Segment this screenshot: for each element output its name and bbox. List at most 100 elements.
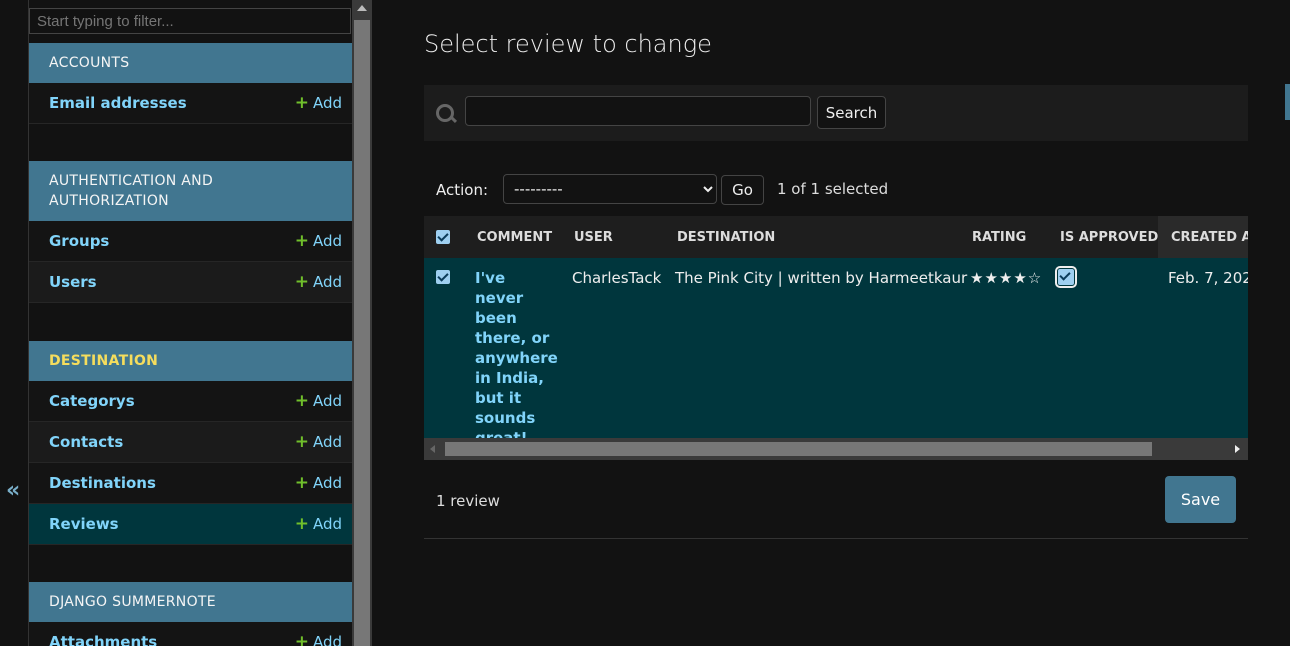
page-scrollbar-thumb[interactable] — [1285, 84, 1290, 120]
add-link[interactable]: + Add — [295, 272, 342, 292]
table-horizontal-scrollbar[interactable] — [424, 438, 1248, 460]
add-label: Add — [312, 392, 342, 410]
scrollbar-thumb[interactable] — [445, 442, 1152, 456]
add-label: Add — [312, 515, 342, 533]
add-link[interactable]: + Add — [295, 632, 342, 646]
sidebar-item-reviews: Reviews + Add — [29, 504, 353, 545]
add-label: Add — [312, 474, 342, 492]
comment-line: been — [475, 309, 517, 327]
scroll-right-arrow-icon[interactable] — [1235, 445, 1240, 453]
sidebar-toggle[interactable]: « — [0, 0, 28, 646]
add-label: Add — [312, 273, 342, 291]
search-button[interactable]: Search — [817, 96, 886, 129]
sidebar-item-destinations: Destinations + Add — [29, 463, 353, 504]
cell-comment-link[interactable]: I've never been there, or anywhere in In… — [475, 268, 558, 438]
cell-rating-stars: ★★★★☆ — [970, 269, 1043, 287]
module-caption[interactable]: AUTHENTICATION AND AUTHORIZATION — [29, 161, 353, 221]
add-label: Add — [312, 433, 342, 451]
page-title: Select review to change — [424, 30, 712, 58]
is-approved-checkbox[interactable] — [1055, 266, 1077, 288]
sidebar-item-label[interactable]: Email addresses — [49, 94, 187, 112]
add-link[interactable]: + Add — [295, 93, 342, 113]
add-link[interactable]: + Add — [295, 391, 342, 411]
action-select[interactable]: --------- — [503, 174, 717, 204]
module-caption-text: AUTHENTICATION AND AUTHORIZATION — [49, 173, 214, 209]
sidebar-item-contacts: Contacts + Add — [29, 422, 353, 463]
sidebar-item-label[interactable]: Users — [49, 273, 97, 291]
plus-icon: + — [294, 231, 309, 251]
plus-icon: + — [294, 473, 309, 493]
paginator: 1 review Save — [424, 460, 1248, 539]
sidebar-filter-input[interactable] — [29, 8, 351, 34]
sidebar-item-label[interactable]: Contacts — [49, 433, 123, 451]
comment-line: in India, — [475, 369, 545, 387]
action-label: Action: — [436, 181, 489, 199]
sidebar-item-label[interactable]: Categorys — [49, 392, 135, 410]
add-label: Add — [312, 232, 342, 250]
sidebar-item-label[interactable]: Attachments — [49, 633, 157, 646]
comment-line: anywhere — [475, 349, 558, 367]
selection-counter: 1 of 1 selected — [777, 180, 889, 198]
content-main: Select review to change Search Action: -… — [424, 0, 1248, 646]
scroll-up-arrow-icon[interactable] — [357, 5, 367, 11]
column-header-rating[interactable]: RATING — [972, 216, 1026, 258]
add-link[interactable]: + Add — [295, 432, 342, 452]
comment-line: but it — [475, 389, 522, 407]
column-header-user[interactable]: USER — [574, 216, 613, 258]
add-label: Add — [312, 94, 342, 112]
scroll-left-arrow-icon[interactable] — [430, 445, 435, 453]
add-link[interactable]: + Add — [295, 231, 342, 251]
row-select-checkbox[interactable] — [436, 270, 450, 284]
sidebar-item-categorys: Categorys + Add — [29, 381, 353, 422]
sidebar: ACCOUNTS Email addresses +Add AUTHENTICA… — [28, 0, 353, 646]
sidebar-scrollbar[interactable] — [352, 0, 372, 646]
sidebar-item-label[interactable]: Destinations — [49, 474, 156, 492]
comment-line: I've never — [475, 269, 524, 307]
search-input[interactable] — [465, 96, 811, 126]
module-caption[interactable]: DESTINATION — [29, 341, 353, 381]
cell-created-at: Feb. 7, 2025 — [1168, 269, 1248, 287]
module-django-summernote: DJANGO SUMMERNOTE Attachments + Add — [29, 582, 353, 646]
column-header-is-approved[interactable]: IS APPROVED — [1060, 216, 1158, 258]
column-header-comment[interactable]: COMMENT — [477, 216, 552, 258]
plus-icon: + — [294, 93, 309, 113]
plus-icon: + — [294, 432, 309, 452]
save-button[interactable]: Save — [1165, 476, 1236, 523]
plus-icon: + — [294, 391, 309, 411]
add-link[interactable]: + Add — [295, 473, 342, 493]
collapse-sidebar-icon[interactable]: « — [6, 478, 20, 503]
column-header-destination[interactable]: DESTINATION — [677, 216, 775, 258]
go-button[interactable]: Go — [721, 175, 764, 205]
search-toolbar: Search — [424, 85, 1248, 141]
table-row: I've never been there, or anywhere in In… — [424, 258, 1248, 438]
select-all-checkbox-cell — [436, 216, 450, 258]
cell-destination: The Pink City | written by Harmeetkaur — [675, 269, 968, 287]
table-header: COMMENT USER DESTINATION RATING IS APPRO… — [424, 216, 1248, 258]
sidebar-item-users: Users + Add — [29, 262, 353, 303]
select-all-checkbox[interactable] — [436, 230, 450, 244]
cell-user: CharlesTack — [572, 269, 662, 287]
comment-line: sounds — [475, 409, 536, 427]
module-authentication: AUTHENTICATION AND AUTHORIZATION Groups … — [29, 161, 353, 303]
module-accounts: ACCOUNTS Email addresses + Add — [29, 43, 353, 124]
plus-icon: + — [294, 272, 309, 292]
add-link[interactable]: + Add — [295, 514, 342, 534]
module-caption[interactable]: DJANGO SUMMERNOTE — [29, 582, 353, 622]
comment-line: great! — [475, 429, 528, 438]
search-icon — [436, 104, 454, 122]
results-table: COMMENT USER DESTINATION RATING IS APPRO… — [424, 216, 1248, 438]
sidebar-item-email-addresses: Email addresses + Add — [29, 83, 353, 124]
scrollbar-thumb[interactable] — [354, 20, 370, 646]
sidebar-item-attachments: Attachments + Add — [29, 622, 353, 646]
module-destination: DESTINATION Categorys + Add Contacts + Add… — [29, 341, 353, 545]
add-label: Add — [312, 633, 342, 646]
module-caption[interactable]: ACCOUNTS — [29, 43, 353, 83]
sidebar-item-label[interactable]: Groups — [49, 232, 109, 250]
sidebar-item-groups: Groups + Add — [29, 221, 353, 262]
column-header-created-at[interactable]: CREATED AT — [1158, 216, 1248, 258]
comment-line: there, or — [475, 329, 550, 347]
sidebar-item-label[interactable]: Reviews — [49, 515, 119, 533]
result-count: 1 review — [436, 492, 500, 510]
plus-icon: + — [294, 514, 309, 534]
plus-icon: + — [294, 632, 309, 646]
